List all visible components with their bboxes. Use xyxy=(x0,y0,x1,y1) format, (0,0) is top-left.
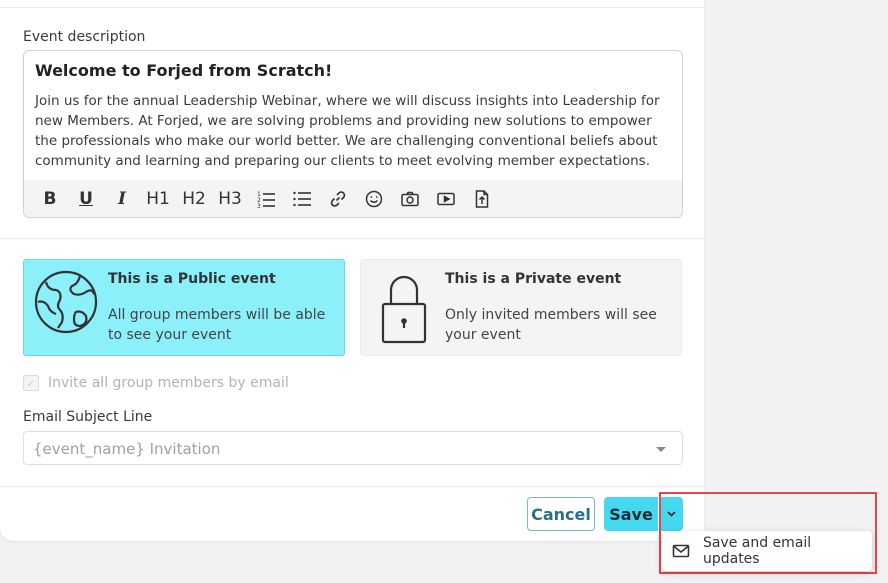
rich-text-editor[interactable]: Welcome to Forjed from Scratch! Join us … xyxy=(23,50,683,218)
heading-2-button[interactable]: H2 xyxy=(176,184,212,214)
editor-heading[interactable]: Welcome to Forjed from Scratch! xyxy=(35,61,332,80)
invite-members-checkbox[interactable]: ✓ xyxy=(23,375,39,391)
bullet-list-icon[interactable] xyxy=(284,184,320,214)
private-event-title: This is a Private event xyxy=(445,271,622,287)
save-and-email-option[interactable]: Save and email updates xyxy=(662,531,872,571)
underline-button[interactable]: U xyxy=(68,184,104,214)
invite-members-row: ✓ Invite all group members by email xyxy=(23,375,289,391)
heading-3-button[interactable]: H3 xyxy=(212,184,248,214)
chevron-down-icon xyxy=(656,447,666,452)
editor-body[interactable]: Join us for the annual Leadership Webina… xyxy=(35,91,675,171)
save-and-email-label: Save and email updates xyxy=(702,535,812,567)
globe-icon xyxy=(34,270,98,334)
divider xyxy=(0,7,704,8)
email-subject-label: Email Subject Line xyxy=(23,409,153,425)
cancel-button[interactable]: Cancel xyxy=(527,497,595,531)
private-event-description: Only invited members will see your event xyxy=(445,307,657,343)
email-subject-value: {event_name} Invitation xyxy=(33,440,221,458)
private-event-option[interactable]: This is a Private event Only invited mem… xyxy=(360,259,682,356)
lock-icon xyxy=(381,275,427,344)
heading-1-button[interactable]: H1 xyxy=(140,184,176,214)
italic-button[interactable]: I xyxy=(104,184,140,214)
video-icon[interactable] xyxy=(428,184,464,214)
email-subject-select[interactable]: {event_name} Invitation xyxy=(23,431,683,465)
upload-file-icon[interactable] xyxy=(464,184,500,214)
divider xyxy=(0,238,704,239)
bold-button[interactable]: B xyxy=(32,184,68,214)
divider xyxy=(0,486,704,487)
invite-members-label: Invite all group members by email xyxy=(48,375,289,391)
editor-toolbar: B U I H1 H2 H3 123 xyxy=(24,180,682,217)
emoji-icon[interactable] xyxy=(356,184,392,214)
camera-icon[interactable] xyxy=(392,184,428,214)
svg-text:3: 3 xyxy=(257,203,261,209)
event-description-label: Event description xyxy=(23,29,146,45)
public-event-description: All group members will be able to see yo… xyxy=(108,307,326,343)
public-event-option[interactable]: This is a Public event All group members… xyxy=(23,259,345,356)
ordered-list-icon[interactable]: 123 xyxy=(248,184,284,214)
mail-icon xyxy=(672,544,690,558)
public-event-title: This is a Public event xyxy=(108,271,276,287)
save-button[interactable]: Save xyxy=(604,497,658,531)
link-icon[interactable] xyxy=(320,184,356,214)
